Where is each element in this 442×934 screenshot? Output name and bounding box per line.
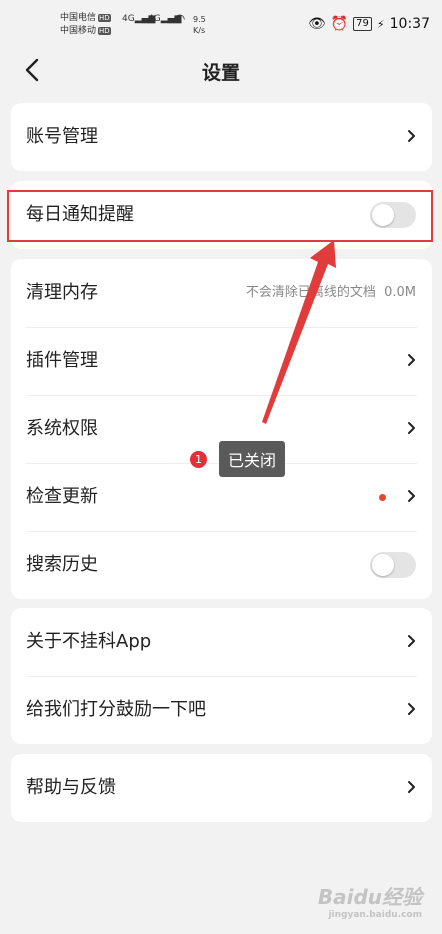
watermark-sub: jingyan.baidu.com xyxy=(328,910,422,920)
watermark-logo: Baidu经验 jingyan.baidu.com xyxy=(318,881,422,920)
annotation-text: 已关闭 xyxy=(219,441,286,477)
annotation-number: 1 xyxy=(190,450,207,468)
annotation-tooltip: 1 已关闭 xyxy=(190,441,286,477)
watermark-main: Baidu经验 xyxy=(317,885,422,909)
